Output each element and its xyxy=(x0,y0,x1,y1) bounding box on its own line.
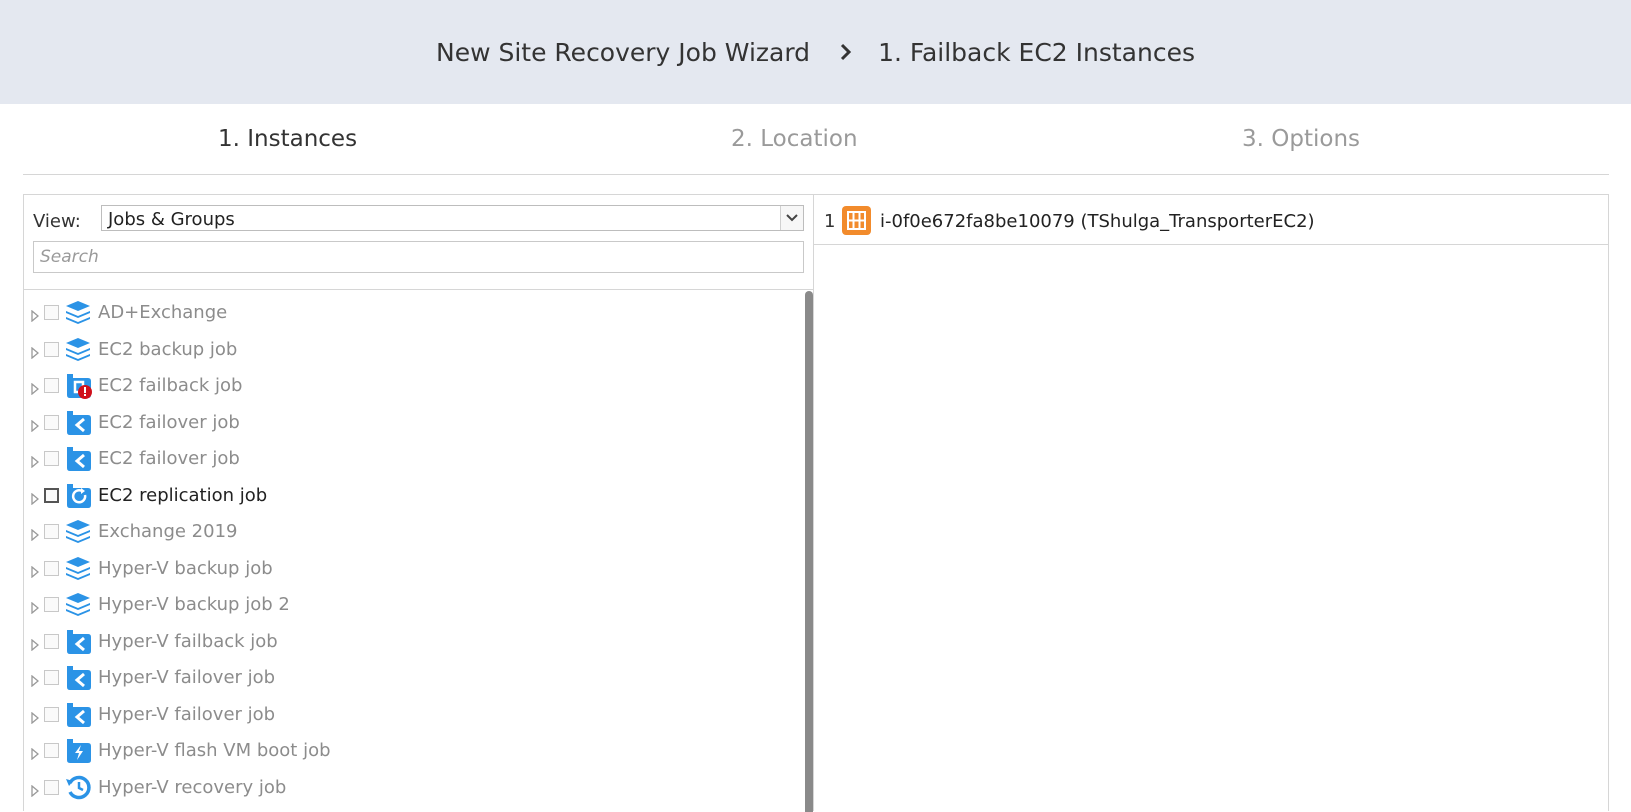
backup-job-icon xyxy=(64,590,92,618)
chevron-down-icon[interactable] xyxy=(780,206,803,230)
tree-item-label: Hyper-V failback job xyxy=(98,630,278,652)
instance-row[interactable]: 1 i-0f0e672fa8be10079 (TShulga_Transport… xyxy=(814,195,1609,245)
failback-job-error-icon xyxy=(64,371,92,399)
item-checkbox[interactable] xyxy=(44,706,59,722)
failover-job-icon xyxy=(64,408,92,436)
failover-job-icon xyxy=(64,444,92,472)
tree-item-label: Hyper-V failover job xyxy=(98,667,276,688)
step-instances[interactable]: 1. Instances xyxy=(218,126,357,152)
view-select-value: Jobs & Groups xyxy=(108,209,235,230)
tree-item[interactable]: Hyper-V failover job xyxy=(24,696,806,733)
item-checkbox[interactable] xyxy=(44,451,59,466)
recovery-job-icon xyxy=(64,773,92,801)
instance-label: i-0f0e672fa8be10079 (TShulga_Transporter… xyxy=(880,211,1315,232)
tree-item-label: EC2 failback job xyxy=(98,375,243,396)
wizard-title: New Site Recovery Job Wizard xyxy=(436,37,811,67)
tree-item[interactable]: Hyper-V flash VM boot job xyxy=(24,732,806,769)
backup-job-icon xyxy=(64,554,92,582)
item-checkbox[interactable] xyxy=(44,597,59,612)
expand-arrow-icon[interactable] xyxy=(31,344,40,359)
tree-item[interactable]: EC2 failover job xyxy=(24,404,806,441)
divider xyxy=(24,289,813,290)
item-checkbox[interactable] xyxy=(44,779,59,795)
replication-job-icon xyxy=(64,481,92,509)
tree-item-label: Hyper-V failover job xyxy=(98,703,276,725)
item-checkbox[interactable] xyxy=(44,743,59,758)
tree-item-label: EC2 backup job xyxy=(98,338,238,360)
tree-item-label: Hyper-V backup job 2 xyxy=(98,594,290,615)
failover-job-icon xyxy=(64,663,92,691)
expand-arrow-icon[interactable] xyxy=(31,563,40,578)
expand-arrow-icon[interactable] xyxy=(31,380,40,396)
tree-item-label: Hyper-V flash VM boot job xyxy=(98,740,331,761)
expand-arrow-icon[interactable] xyxy=(31,417,40,432)
scrollbar[interactable] xyxy=(805,291,813,812)
item-checkbox[interactable] xyxy=(44,414,59,430)
wizard-steps: 1. Instances 2. Location 3. Options xyxy=(23,104,1609,175)
wizard-header: New Site Recovery Job Wizard 1. Failback… xyxy=(0,0,1631,104)
expand-arrow-icon[interactable] xyxy=(31,782,40,797)
failover-job-icon xyxy=(64,627,92,655)
selected-instances-pane: 1 i-0f0e672fa8be10079 (TShulga_Transport… xyxy=(814,194,1609,811)
ec2-instance-icon xyxy=(842,206,871,235)
tree-item[interactable]: Hyper-V backup job xyxy=(24,550,806,587)
tree-item[interactable]: EC2 replication job xyxy=(24,477,806,514)
item-checkbox[interactable] xyxy=(44,524,59,539)
instance-number: 1 xyxy=(824,211,836,232)
tree-item[interactable]: Hyper-V failback job xyxy=(24,623,806,660)
view-label: View: xyxy=(33,211,81,232)
backup-job-icon xyxy=(64,335,92,363)
expand-arrow-icon[interactable] xyxy=(31,490,40,505)
item-checkbox[interactable] xyxy=(44,341,59,357)
tree-item[interactable]: Hyper-V backup job 2 xyxy=(24,586,806,623)
tree-item-label: Hyper-V backup job xyxy=(98,557,273,579)
item-checkbox[interactable] xyxy=(44,378,59,393)
tree-item-label: EC2 replication job xyxy=(98,484,268,506)
tree-item[interactable]: Hyper-V recovery job xyxy=(24,769,806,806)
expand-arrow-icon[interactable] xyxy=(31,526,40,542)
expand-arrow-icon[interactable] xyxy=(31,599,40,615)
failover-job-icon xyxy=(64,700,92,728)
expand-arrow-icon[interactable] xyxy=(31,672,40,688)
tree-item[interactable]: EC2 failover job xyxy=(24,440,806,477)
tree-item-label: EC2 failover job xyxy=(98,411,240,433)
item-checkbox[interactable] xyxy=(44,560,59,576)
item-checkbox[interactable] xyxy=(44,670,59,685)
item-checkbox[interactable] xyxy=(44,487,59,503)
tree-item[interactable]: AD+Exchange xyxy=(24,294,806,331)
item-checkbox[interactable] xyxy=(44,633,59,649)
tree-item-label: AD+Exchange xyxy=(98,302,228,323)
tree-item[interactable]: Hyper-V failover job xyxy=(24,659,806,696)
tree-item-label: Hyper-V recovery job xyxy=(98,776,287,798)
jobs-tree-pane: View: Jobs & Groups AD+Exchange EC2 backu… xyxy=(23,194,814,812)
tree-item[interactable]: EC2 backup job xyxy=(24,331,806,368)
expand-arrow-icon[interactable] xyxy=(31,709,40,724)
tree-item[interactable]: EC2 failback job xyxy=(24,367,806,404)
expand-arrow-icon[interactable] xyxy=(31,636,40,651)
backup-job-icon xyxy=(64,517,92,545)
tree-item-label: Exchange 2019 xyxy=(98,521,238,542)
step-options[interactable]: 3. Options xyxy=(1242,126,1360,152)
tree-item-label: EC2 failover job xyxy=(98,448,240,469)
expand-arrow-icon[interactable] xyxy=(31,745,40,761)
chevron-right-icon xyxy=(840,43,852,61)
item-checkbox[interactable] xyxy=(44,305,59,320)
backup-job-icon xyxy=(64,298,92,326)
expand-arrow-icon[interactable] xyxy=(31,307,40,323)
wizard-step-title: 1. Failback EC2 Instances xyxy=(878,37,1195,67)
expand-arrow-icon[interactable] xyxy=(31,453,40,469)
step-location[interactable]: 2. Location xyxy=(731,126,858,152)
search-input[interactable] xyxy=(33,241,804,273)
tree-item[interactable]: Exchange 2019 xyxy=(24,513,806,550)
view-select[interactable]: Jobs & Groups xyxy=(101,205,804,231)
flash-boot-job-icon xyxy=(64,736,92,764)
